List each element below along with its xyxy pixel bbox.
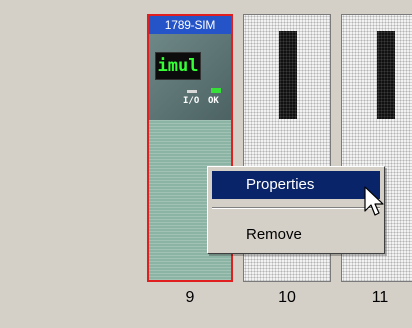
ok-label: OK: [208, 96, 219, 106]
io-label: I/O: [183, 96, 200, 106]
menu-item-remove[interactable]: Remove: [212, 221, 380, 249]
mouse-pointer-icon: [364, 186, 384, 216]
module-display: imul: [155, 52, 201, 80]
menu-item-properties[interactable]: Properties: [212, 171, 380, 199]
io-led: [187, 90, 197, 93]
slot-handle: [279, 31, 297, 119]
menu-separator: [212, 207, 380, 209]
ok-led: [211, 88, 221, 93]
slot-number-10: 10: [278, 289, 296, 306]
slot-number-9: 9: [185, 289, 195, 306]
module-face: imul I/O OK: [149, 34, 231, 120]
module-title: 1789-SIM: [149, 16, 231, 34]
context-menu: Properties Remove: [207, 166, 385, 254]
slot-number-11: 11: [371, 289, 389, 306]
slot-handle: [377, 31, 395, 119]
